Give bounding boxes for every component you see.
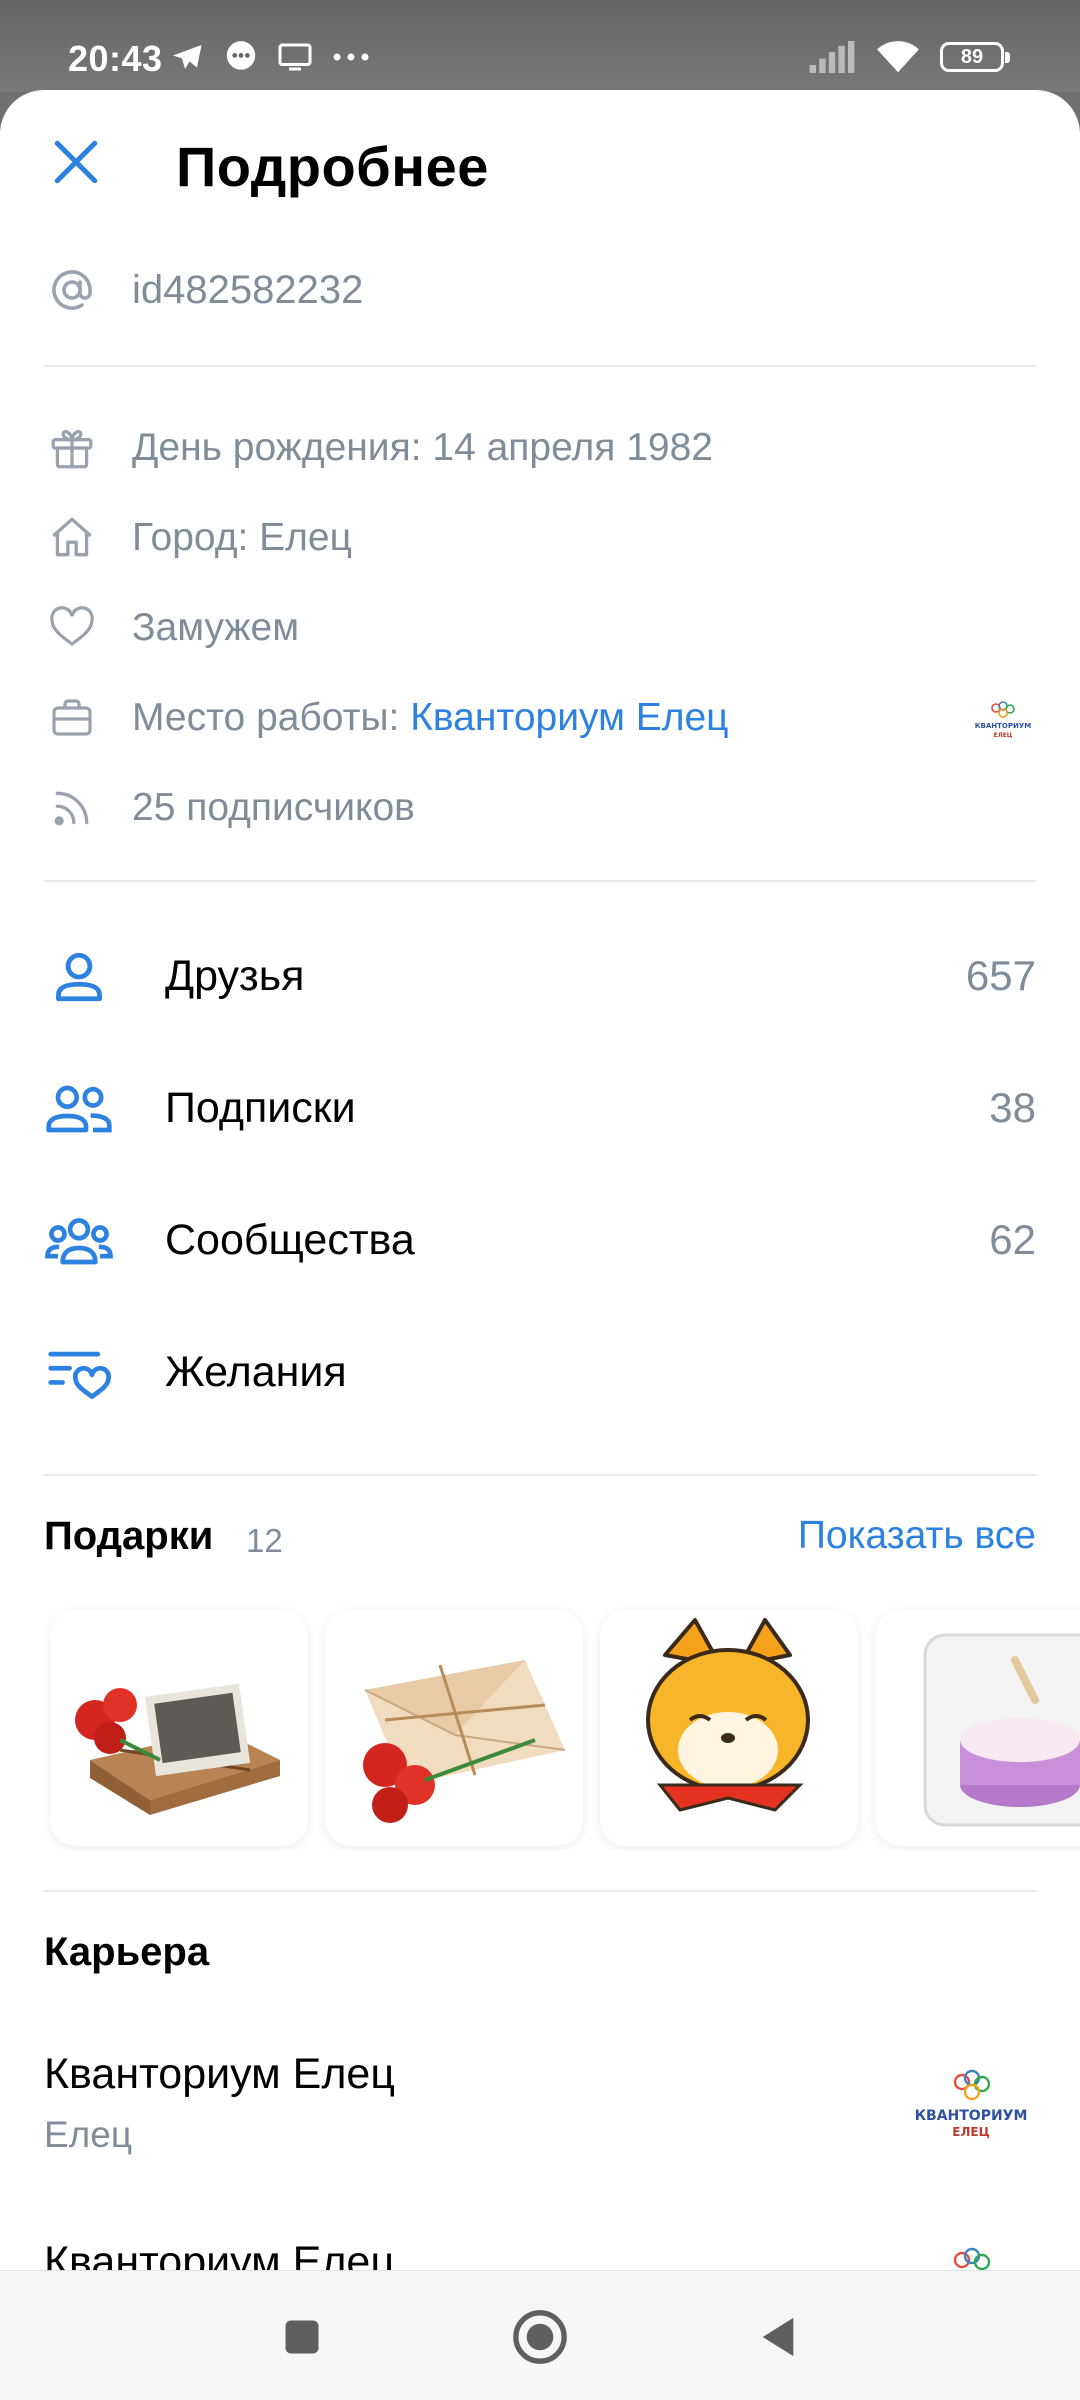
gift-icon xyxy=(44,420,100,476)
work-text: Место работы: Кванториум Елец xyxy=(132,696,729,740)
work-prefix: Место работы: xyxy=(132,696,411,739)
menu-label: Друзья xyxy=(165,952,305,1000)
career-title: Карьера xyxy=(44,1930,210,1974)
gift-envelope-carnations[interactable] xyxy=(325,1610,583,1846)
followers-text: 25 подписчиков xyxy=(132,786,415,829)
status-system-icons: 89 xyxy=(808,38,1010,76)
close-icon xyxy=(54,140,98,184)
career-logo xyxy=(906,2242,1036,2270)
back-button[interactable] xyxy=(748,2307,808,2367)
menu-friends[interactable]: Друзья 657 xyxy=(0,912,1080,1042)
menu-subscriptions[interactable]: Подписки 38 xyxy=(0,1044,1080,1174)
divider xyxy=(44,1474,1036,1476)
career-item[interactable]: Кванториум Елец Елец КВАНТОРИУМ ЕЛЕЦ xyxy=(0,2050,1080,2190)
status-notification-icons xyxy=(170,38,372,76)
city-row: Город: Елец xyxy=(0,498,1080,578)
rss-icon xyxy=(44,780,100,836)
more-notifications-icon xyxy=(333,53,369,61)
menu-count: 38 xyxy=(989,1084,1036,1131)
career-item[interactable]: Кванториум Елец xyxy=(0,2238,1080,2270)
at-sign-icon xyxy=(44,262,100,318)
divider xyxy=(44,1890,1036,1892)
circle-icon xyxy=(513,2310,567,2364)
person-icon xyxy=(44,944,114,1010)
career-logo: КВАНТОРИУМ ЕЛЕЦ xyxy=(906,2064,1036,2144)
work-row[interactable]: Место работы: Кванториум Елец КВАНТОРИУМ… xyxy=(0,678,1080,758)
wishlist-icon xyxy=(44,1340,114,1406)
close-button[interactable] xyxy=(44,130,108,194)
career-company: Кванториум Елец xyxy=(44,2238,395,2270)
relationship-row: Замужем xyxy=(0,588,1080,668)
status-bar: 20:43 89 xyxy=(0,0,1080,92)
work-logo: КВАНТОРИУМ ЕЛЕЦ xyxy=(970,698,1036,740)
heart-icon xyxy=(44,600,100,656)
home-icon xyxy=(44,510,100,566)
birthday-text: День рождения: 14 апреля 1982 xyxy=(132,426,713,469)
logo-text: КВАНТОРИУМ xyxy=(975,722,1031,730)
gifts-carousel[interactable] xyxy=(0,1520,1080,1850)
gift-shiba-dog[interactable] xyxy=(600,1610,858,1846)
signal-icon xyxy=(809,41,855,73)
status-time: 20:43 xyxy=(68,38,163,79)
sheet-header: Подробнее xyxy=(0,90,1080,240)
system-nav-bar xyxy=(0,2270,1080,2400)
triangle-back-icon xyxy=(762,2317,794,2357)
career-company: Кванториум Елец xyxy=(44,2050,395,2098)
menu-label: Сообщества xyxy=(165,1216,415,1264)
menu-wishlist[interactable]: Желания xyxy=(0,1308,1080,1438)
square-icon xyxy=(285,2320,319,2354)
username-link[interactable]: id482582232 xyxy=(132,268,363,313)
work-link[interactable]: Кванториум Елец xyxy=(410,696,728,739)
telegram-icon xyxy=(173,45,202,69)
divider xyxy=(44,880,1036,882)
battery-icon: 89 xyxy=(940,42,1010,72)
logo-text-city: ЕЛЕЦ xyxy=(952,2125,990,2139)
relationship-text: Замужем xyxy=(132,606,300,649)
communities-icon xyxy=(44,1208,114,1274)
home-button[interactable] xyxy=(510,2307,570,2367)
divider xyxy=(44,365,1036,367)
birthday-row: День рождения: 14 апреля 1982 xyxy=(0,408,1080,488)
city-text: Город: Елец xyxy=(132,516,352,559)
logo-text: КВАНТОРИУМ xyxy=(915,2108,1028,2124)
people-icon xyxy=(44,1076,114,1142)
recents-button[interactable] xyxy=(272,2307,332,2367)
career-city: Елец xyxy=(44,2114,133,2155)
menu-label: Желания xyxy=(165,1348,347,1396)
chat-bubble-icon xyxy=(226,41,256,70)
gift-cake-box[interactable] xyxy=(875,1610,1080,1846)
menu-communities[interactable]: Сообщества 62 xyxy=(0,1176,1080,1306)
monitor-icon xyxy=(278,43,312,71)
menu-count: 657 xyxy=(965,952,1036,999)
wifi-icon xyxy=(877,41,919,73)
details-sheet: Подробнее id482582232 День рождения: 14 … xyxy=(0,90,1080,2270)
username-row[interactable]: id482582232 xyxy=(0,250,1080,330)
menu-count: 62 xyxy=(989,1216,1036,1263)
followers-row[interactable]: 25 подписчиков xyxy=(0,768,1080,848)
menu-label: Подписки xyxy=(165,1084,356,1132)
gift-parcel-carnations[interactable] xyxy=(50,1610,308,1846)
page-title: Подробнее xyxy=(176,135,489,198)
briefcase-icon xyxy=(44,690,100,746)
logo-text-city: ЕЛЕЦ xyxy=(994,732,1013,739)
